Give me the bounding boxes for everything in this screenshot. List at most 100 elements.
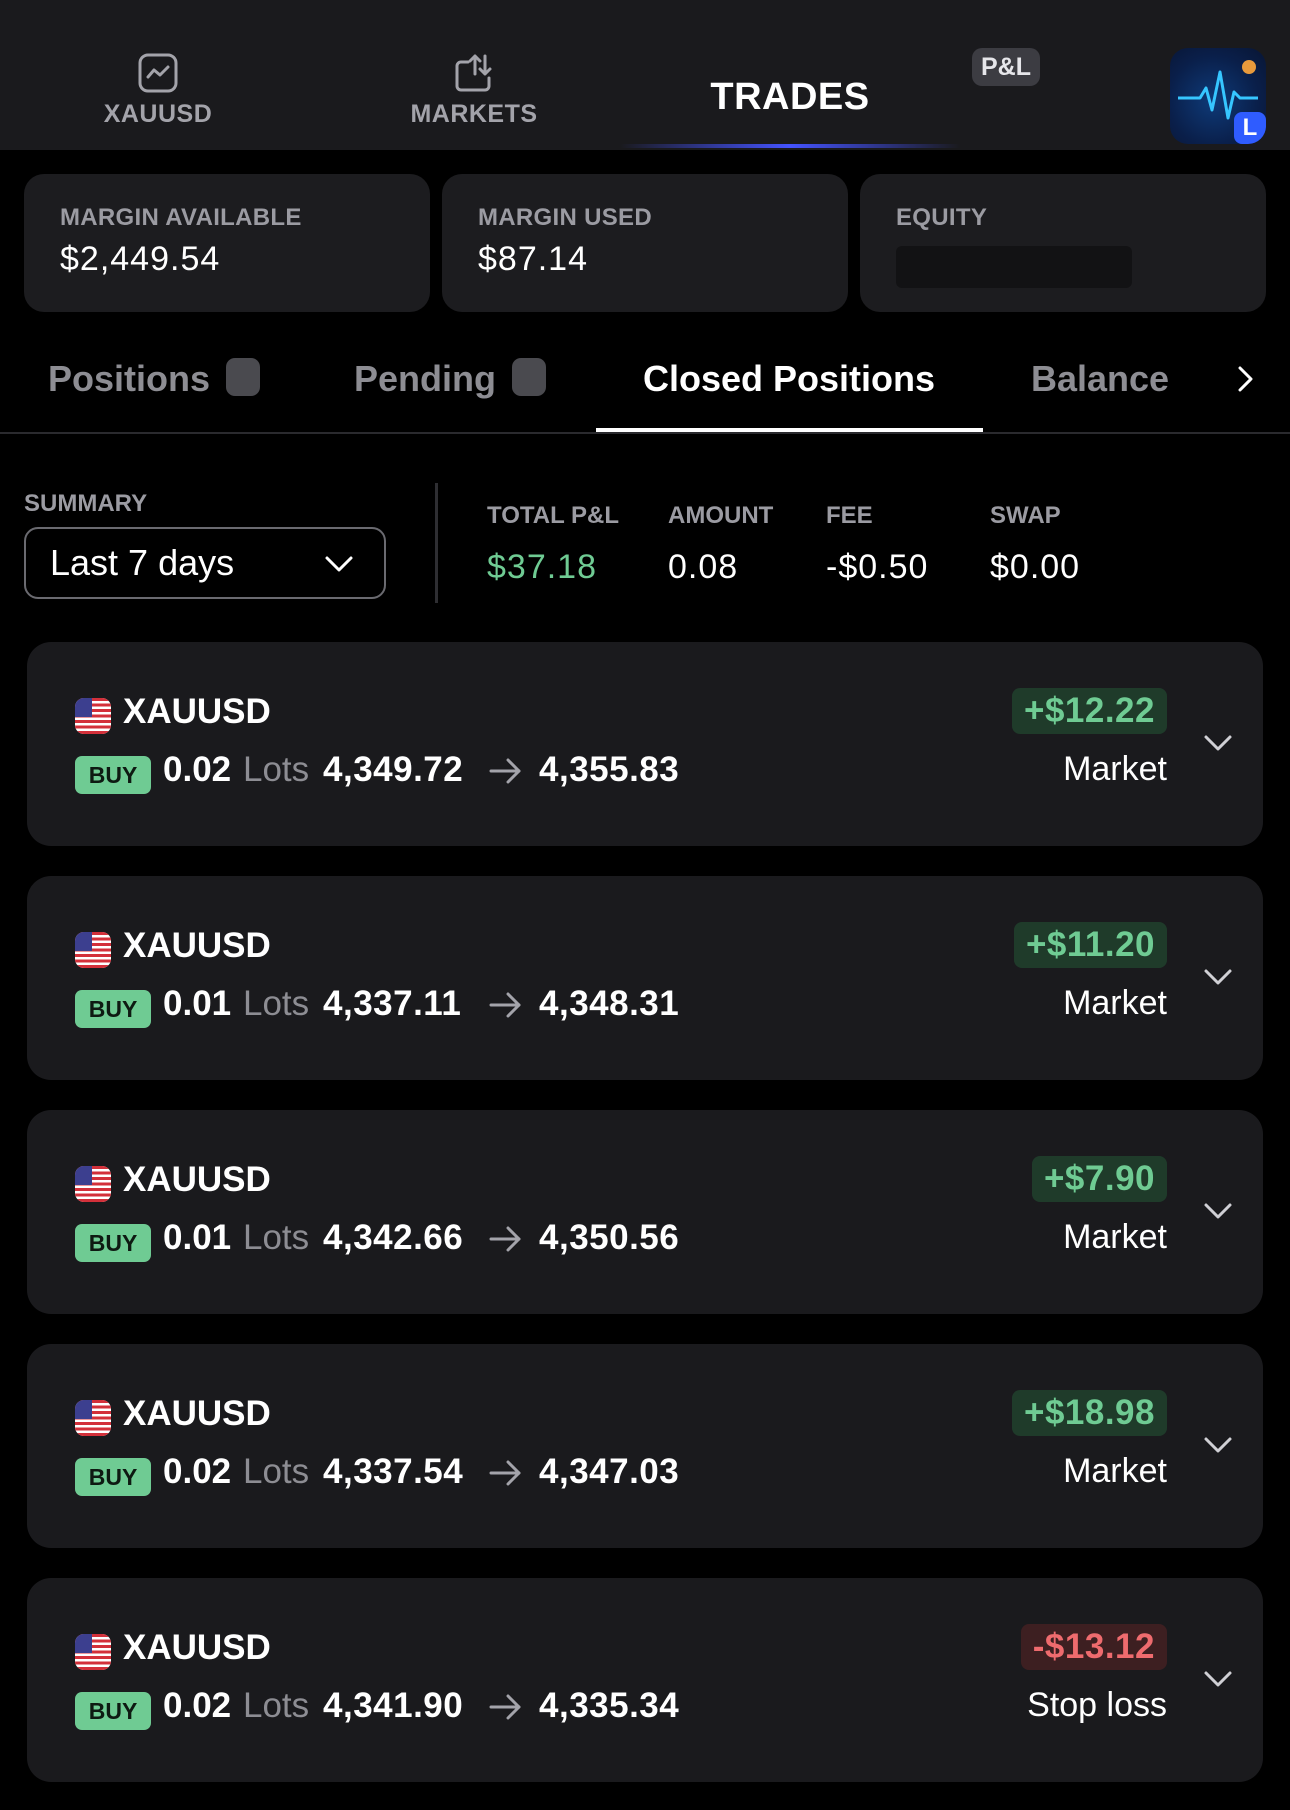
- active-subtab-indicator: [596, 428, 983, 432]
- position-close-type: Market: [1063, 1218, 1167, 1256]
- tab-count-badge: [226, 358, 261, 397]
- position-open-price: 4,341.90: [323, 1686, 464, 1725]
- active-tab-indicator: [620, 144, 960, 148]
- position-symbol: XAUUSD: [123, 1394, 271, 1433]
- stat-value: $37.18: [487, 548, 597, 586]
- chevron-down-icon[interactable]: [1201, 1430, 1235, 1460]
- position-side-badge: BUY: [75, 1224, 151, 1262]
- us-flag-icon: [75, 698, 111, 734]
- position-side-badge: BUY: [75, 990, 151, 1028]
- closed-position-row[interactable]: XAUUSD BUY 0.02 Lots 4,341.90 4,335.34 -…: [27, 1578, 1263, 1782]
- position-side-badge: BUY: [75, 1458, 151, 1496]
- tab-label: Closed Positions: [643, 358, 936, 399]
- arrow-right-icon: [489, 1460, 521, 1486]
- stat-fee: FEE -$0.50: [826, 502, 928, 587]
- app-avatar-button[interactable]: L: [1170, 48, 1266, 144]
- position-lots-label: Lots: [243, 1218, 310, 1257]
- stat-value: -$0.50: [826, 548, 929, 586]
- nav-tab-xauusd[interactable]: XAUUSD: [96, 52, 220, 129]
- position-symbol: XAUUSD: [123, 1628, 271, 1667]
- margin-used-label: MARGIN USED: [478, 204, 652, 231]
- position-close-price: 4,335.34: [539, 1686, 680, 1725]
- position-lots: 0.02: [163, 1452, 232, 1491]
- account-badge: L: [1234, 112, 1266, 144]
- nav-tab-label: XAUUSD: [103, 100, 213, 128]
- chevron-down-icon[interactable]: [1201, 1196, 1235, 1226]
- us-flag-icon: [75, 1166, 111, 1202]
- arrow-right-icon: [489, 1694, 521, 1720]
- position-close-type: Market: [1063, 1452, 1167, 1490]
- pnl-toggle-button[interactable]: P&L: [972, 48, 1040, 86]
- position-close-type: Market: [1063, 984, 1167, 1022]
- status-dot: [1242, 60, 1256, 74]
- position-open-price: 4,337.11: [323, 984, 462, 1023]
- positions-tabs: Positions Pending Closed Positions Balan…: [0, 330, 1290, 434]
- stat-label: AMOUNT: [668, 502, 774, 529]
- position-lots: 0.02: [163, 1686, 232, 1725]
- top-navigation: XAUUSD MARKETS TRADES P&L L: [0, 0, 1290, 150]
- stat-label: SWAP: [990, 502, 1061, 529]
- chevron-right-icon[interactable]: [1230, 364, 1260, 394]
- summary-label: SUMMARY: [24, 490, 148, 517]
- us-flag-icon: [75, 932, 111, 968]
- stat-label: FEE: [826, 502, 873, 529]
- closed-position-row[interactable]: XAUUSD BUY 0.02 Lots 4,337.54 4,347.03 +…: [27, 1344, 1263, 1548]
- position-symbol: XAUUSD: [123, 1160, 271, 1199]
- margin-used-value: $87.14: [478, 240, 588, 278]
- position-open-price: 4,349.72: [323, 750, 464, 789]
- closed-position-row[interactable]: XAUUSD BUY 0.02 Lots 4,349.72 4,355.83 +…: [27, 642, 1263, 846]
- position-close-price: 4,350.56: [539, 1218, 680, 1257]
- position-side-badge: BUY: [75, 756, 151, 794]
- closed-position-row[interactable]: XAUUSD BUY 0.01 Lots 4,342.66 4,350.56 +…: [27, 1110, 1263, 1314]
- summary-divider: [435, 483, 438, 603]
- margin-used-card: MARGIN USED $87.14: [442, 174, 848, 312]
- stat-label: TOTAL P&L: [487, 502, 619, 529]
- position-lots: 0.02: [163, 750, 232, 789]
- position-lots-label: Lots: [243, 1452, 310, 1491]
- chevron-down-icon[interactable]: [1201, 962, 1235, 992]
- tab-label: Pending: [354, 358, 496, 399]
- position-side-badge: BUY: [75, 1692, 151, 1730]
- equity-card: EQUITY: [860, 174, 1266, 312]
- closed-position-row[interactable]: XAUUSD BUY 0.01 Lots 4,337.11 4,348.31 +…: [27, 876, 1263, 1080]
- tab-pending[interactable]: Pending: [354, 358, 546, 400]
- margin-available-label: MARGIN AVAILABLE: [60, 204, 302, 231]
- stat-total-pnl: TOTAL P&L $37.18: [487, 502, 619, 587]
- transfer-arrows-icon: [455, 54, 492, 92]
- chevron-down-icon[interactable]: [1201, 1664, 1235, 1694]
- arrow-right-icon: [489, 992, 521, 1018]
- position-pnl-badge: +$11.20: [1013, 922, 1167, 968]
- period-select-value: Last 7 days: [50, 542, 235, 583]
- tab-count-badge: [512, 358, 546, 397]
- position-close-price: 4,355.83: [539, 750, 680, 789]
- period-select[interactable]: Last 7 days: [24, 527, 386, 599]
- stat-value: $0.00: [990, 548, 1081, 586]
- stat-value: 0.08: [668, 548, 739, 586]
- tab-closed-positions[interactable]: Closed Positions: [643, 358, 935, 400]
- position-open-price: 4,342.66: [323, 1218, 464, 1257]
- equity-value-redacted: [896, 246, 1132, 288]
- position-lots: 0.01: [163, 984, 232, 1023]
- position-lots-label: Lots: [243, 984, 310, 1023]
- us-flag-icon: [75, 1634, 111, 1670]
- nav-tab-trades[interactable]: TRADES: [660, 76, 920, 119]
- arrow-right-icon: [489, 1226, 521, 1252]
- margin-available-value: $2,449.54: [60, 240, 221, 278]
- equity-label: EQUITY: [896, 204, 988, 231]
- chevron-down-icon[interactable]: [1201, 728, 1235, 758]
- position-close-type: Market: [1063, 750, 1167, 788]
- stat-swap: SWAP $0.00: [990, 502, 1080, 587]
- stat-amount: AMOUNT 0.08: [668, 502, 773, 587]
- tab-positions[interactable]: Positions: [48, 358, 261, 400]
- position-lots: 0.01: [163, 1218, 232, 1257]
- tab-label: Positions: [48, 358, 211, 399]
- margin-available-card: MARGIN AVAILABLE $2,449.54: [24, 174, 430, 312]
- position-open-price: 4,337.54: [323, 1452, 464, 1491]
- arrow-right-icon: [489, 758, 521, 784]
- position-symbol: XAUUSD: [123, 926, 271, 965]
- chart-line-icon: [138, 53, 178, 93]
- tab-balance[interactable]: Balance: [1031, 358, 1169, 400]
- us-flag-icon: [75, 1400, 111, 1436]
- position-lots-label: Lots: [243, 1686, 310, 1725]
- nav-tab-markets[interactable]: MARKETS: [404, 52, 544, 129]
